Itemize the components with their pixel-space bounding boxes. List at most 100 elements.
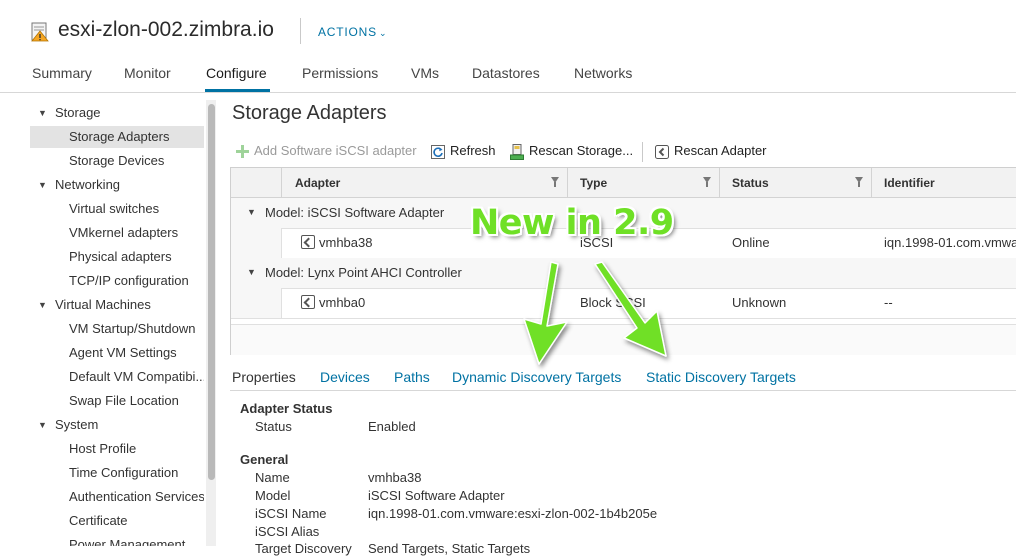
caret-down-icon: ▼ <box>38 180 47 190</box>
sidebar-group-networking[interactable]: ▼ Networking <box>30 174 204 196</box>
property-value: Send Targets, Static Targets <box>368 541 531 556</box>
column-separator <box>719 168 720 197</box>
column-separator <box>871 168 872 197</box>
adapters-grid: Adapter Type Status Identifier ▼ Model: … <box>230 167 1016 355</box>
tab-monitor[interactable]: Monitor <box>124 65 171 81</box>
sidebar-item-label: Agent VM Settings <box>69 345 177 360</box>
sidebar-item-label: Storage Adapters <box>69 129 170 144</box>
sidebar-item-label: Host Profile <box>69 441 137 456</box>
tab-datastores[interactable]: Datastores <box>472 65 540 81</box>
sidebar-item-label: Physical adapters <box>69 249 172 264</box>
refresh-label: Refresh <box>450 143 496 158</box>
row-gutter <box>231 228 282 258</box>
sidebar-item-label: VMkernel adapters <box>69 225 179 240</box>
tab-summary[interactable]: Summary <box>32 65 92 81</box>
toolbar-separator <box>642 142 643 162</box>
tab-static-discovery-targets[interactable]: Static Discovery Targets <box>646 369 796 385</box>
property-label: iSCSI Alias <box>255 524 320 539</box>
configure-sidebar: ▼ Storage Storage Adapters Storage Device… <box>30 100 206 546</box>
sidebar-item-label: Power Management <box>69 537 186 546</box>
sidebar-item-host-profile[interactable]: Host Profile <box>30 438 204 460</box>
tab-properties[interactable]: Properties <box>232 369 296 385</box>
add-software-iscsi-button[interactable]: Add Software iSCSI adapter <box>236 143 417 159</box>
table-row[interactable]: vmhba0 Block SCSI Unknown -- <box>231 288 1016 319</box>
plus-icon <box>236 145 249 159</box>
rescan-storage-label: Rescan Storage... <box>529 143 634 158</box>
cell-status: Unknown <box>732 295 787 310</box>
active-tab-indicator <box>205 89 270 92</box>
tab-dynamic-discovery-targets[interactable]: Dynamic Discovery Targets <box>452 369 621 385</box>
tab-permissions[interactable]: Permissions <box>302 65 378 81</box>
tab-devices[interactable]: Devices <box>320 369 370 385</box>
filter-icon-stem <box>554 182 556 187</box>
sidebar-group-virtual-machines[interactable]: ▼ Virtual Machines <box>30 294 204 316</box>
sidebar-item-authentication-services[interactable]: Authentication Services <box>30 486 204 508</box>
sidebar-item-virtual-switches[interactable]: Virtual switches <box>30 198 204 220</box>
sidebar-item-agent-vm-settings[interactable]: Agent VM Settings <box>30 342 204 364</box>
sidebar-item-label: Default VM Compatibi... <box>69 369 204 384</box>
grid-header: Adapter Type Status Identifier <box>231 168 1016 198</box>
tab-networks[interactable]: Networks <box>574 65 632 81</box>
rescan-adapter-button[interactable]: Rescan Adapter <box>655 143 767 159</box>
rescan-adapter-label: Rescan Adapter <box>674 143 767 158</box>
new-in-version-annotation: New in 2.9 <box>470 203 674 243</box>
sidebar-item-tcpip-configuration[interactable]: TCP/IP configuration <box>30 270 204 292</box>
caret-down-icon: ▼ <box>38 420 47 430</box>
tab-configure[interactable]: Configure <box>206 65 267 81</box>
sidebar-item-label: Storage Devices <box>69 153 165 168</box>
refresh-icon <box>431 144 445 159</box>
sidebar-item-storage-devices[interactable]: Storage Devices <box>30 150 204 172</box>
column-header-identifier[interactable]: Identifier <box>884 176 935 190</box>
cell-identifier: -- <box>884 295 893 310</box>
column-header-status[interactable]: Status <box>732 176 769 190</box>
storage-adapter-icon <box>301 235 315 249</box>
property-label: Status <box>255 419 292 434</box>
sidebar-item-power-management[interactable]: Power Management <box>30 534 204 546</box>
column-separator <box>567 168 568 197</box>
sidebar-item-swap-file-location[interactable]: Swap File Location <box>30 390 204 412</box>
sidebar-item-storage-adapters[interactable]: Storage Adapters <box>30 126 204 148</box>
cell-adapter: vmhba0 <box>319 295 366 310</box>
sidebar-group-label: System <box>55 417 99 432</box>
column-header-adapter[interactable]: Adapter <box>295 176 340 190</box>
refresh-button[interactable]: Refresh <box>431 143 496 159</box>
adapter-icon <box>655 144 669 159</box>
sidebar-group-storage[interactable]: ▼ Storage <box>30 102 204 124</box>
sidebar-item-label: VM Startup/Shutdown <box>69 321 196 336</box>
sidebar-item-default-vm-compatibility[interactable]: Default VM Compatibi... <box>30 366 204 388</box>
rescan-storage-button[interactable]: Rescan Storage... <box>510 143 633 160</box>
tab-vms[interactable]: VMs <box>411 65 439 81</box>
sidebar-scrollbar-thumb[interactable] <box>208 104 215 480</box>
object-tabs: Summary Monitor Configure Permissions VM… <box>0 62 1016 93</box>
sidebar-item-label: TCP/IP configuration <box>69 273 189 288</box>
sidebar-item-label: Swap File Location <box>69 393 179 408</box>
page-title: Storage Adapters <box>232 102 387 124</box>
column-header-type[interactable]: Type <box>580 176 607 190</box>
sidebar-item-vm-startup-shutdown[interactable]: VM Startup/Shutdown <box>30 318 204 340</box>
sidebar-item-physical-adapters[interactable]: Physical adapters <box>30 246 204 268</box>
cell-status: Online <box>732 235 770 250</box>
sidebar-item-vmkernel-adapters[interactable]: VMkernel adapters <box>30 222 204 244</box>
header-divider <box>300 18 301 44</box>
detail-tabs-divider <box>230 390 1016 391</box>
property-value: Enabled <box>368 419 416 434</box>
sidebar-item-time-configuration[interactable]: Time Configuration <box>30 462 204 484</box>
actions-button[interactable]: ACTIONS ⌄ <box>318 25 387 39</box>
group-label: Model: Lynx Point AHCI Controller <box>265 265 462 280</box>
cell-adapter: vmhba38 <box>319 235 373 250</box>
cell-type: Block SCSI <box>580 295 646 310</box>
sidebar-item-label: Time Configuration <box>69 465 179 480</box>
caret-down-icon: ▼ <box>38 300 47 310</box>
filter-icon-stem <box>858 182 860 187</box>
section-adapter-status: Adapter Status <box>240 401 333 416</box>
sidebar-item-certificate[interactable]: Certificate <box>30 510 204 532</box>
sidebar-item-label: Certificate <box>69 513 128 528</box>
tab-paths[interactable]: Paths <box>394 369 430 385</box>
storage-adapter-icon <box>301 295 315 309</box>
sidebar-group-system[interactable]: ▼ System <box>30 414 204 436</box>
caret-down-icon: ▼ <box>247 207 256 217</box>
property-label: Target Discovery <box>255 541 352 556</box>
chevron-down-icon: ⌄ <box>378 28 388 38</box>
group-row-lynx-point[interactable]: ▼ Model: Lynx Point AHCI Controller <box>231 258 1016 289</box>
filter-icon-stem <box>706 182 708 187</box>
